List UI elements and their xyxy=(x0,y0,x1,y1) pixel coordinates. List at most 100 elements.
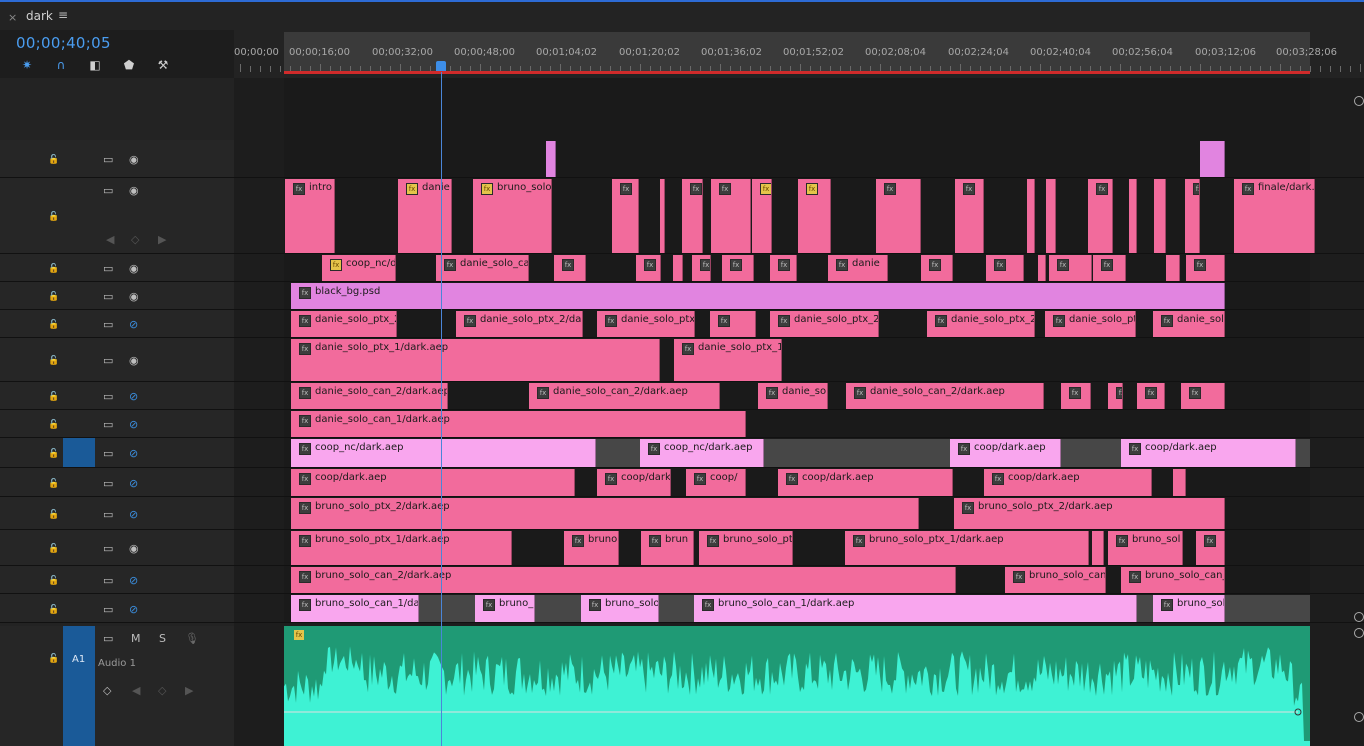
video-clip[interactable]: fx intro xyxy=(285,179,335,253)
video-clip[interactable] xyxy=(1173,469,1186,496)
prev-keyframe-icon[interactable]: ◀ xyxy=(132,684,140,697)
video-clip[interactable]: fx bruno_solo_can_ xyxy=(1121,567,1225,593)
video-clip[interactable] xyxy=(660,179,665,253)
video-clip[interactable]: fx coop/dark.aep xyxy=(778,469,953,496)
scroll-handle-icon[interactable] xyxy=(1354,628,1364,638)
video-clip[interactable]: fx bruno_solo_ptx_2/dark.aep xyxy=(291,498,919,529)
video-clip[interactable]: fx danie_solo_ptx_1/ xyxy=(674,339,782,381)
video-clip[interactable]: fx coop_nc/dark.aep xyxy=(291,439,596,467)
scroll-handle-icon[interactable] xyxy=(1354,96,1364,106)
video-clip[interactable]: fx danie_solo_ptx_2/ xyxy=(770,311,879,337)
playhead-handle[interactable] xyxy=(436,61,446,71)
audio-track-target[interactable]: A1 xyxy=(63,626,95,746)
video-clip[interactable]: fx danie_solo_can_1/dark.aep xyxy=(291,411,746,437)
video-clip[interactable]: fx xyxy=(955,179,984,253)
video-clip[interactable]: fx xyxy=(876,179,921,253)
video-clip[interactable]: fx bruno_solo_can_1/dark.aep xyxy=(694,595,1137,622)
video-clip[interactable]: fx xyxy=(612,179,639,253)
video-clip[interactable]: fx bruno_sol xyxy=(1108,531,1183,565)
video-clip[interactable]: fx coop_nc/d xyxy=(322,255,396,281)
video-clip[interactable]: fx xyxy=(1093,255,1126,281)
video-clip[interactable]: fx danie_solo_can_2/dark.aep xyxy=(529,383,720,409)
video-clip[interactable]: fx bruno_sol xyxy=(1153,595,1225,622)
video-clip[interactable]: fx xyxy=(1108,383,1123,409)
video-clip[interactable]: fx xyxy=(682,179,703,253)
video-clip[interactable]: fx bruno_solo_can_2/dark.aep xyxy=(291,567,956,593)
video-clip[interactable]: fx danie_solo_ptx_2/ xyxy=(927,311,1035,337)
video-clip[interactable] xyxy=(1200,141,1225,177)
add-marker-icon[interactable]: ⬟ xyxy=(121,58,137,72)
video-clip[interactable]: fx bruno_solo_can_1/dark xyxy=(291,595,419,622)
video-clip[interactable]: fx coop/dark.aep xyxy=(291,469,575,496)
mute-button[interactable]: M xyxy=(131,632,141,645)
video-clip[interactable]: fx coop/ xyxy=(686,469,746,496)
video-clip[interactable]: fx xyxy=(752,179,772,253)
video-clip[interactable]: fx danie_solo_ptx_ xyxy=(597,311,695,337)
video-clip[interactable]: fx coop/dark.aep xyxy=(1121,439,1296,467)
video-clip[interactable]: fx xyxy=(1049,255,1092,281)
video-clip[interactable] xyxy=(1038,255,1046,281)
video-clip[interactable]: fx danie_solo_ptx_2/ xyxy=(291,311,397,337)
video-clip[interactable] xyxy=(1092,531,1104,565)
video-clip[interactable]: fx xyxy=(1137,383,1165,409)
video-clip[interactable]: fx bruno_ xyxy=(475,595,535,622)
playhead-timecode[interactable]: 00;00;40;05 xyxy=(16,34,111,52)
video-clip[interactable]: fx bruno_solo_ptx_2/dark.aep xyxy=(954,498,1225,529)
video-clip[interactable]: fx coop_nc/dark.aep xyxy=(640,439,764,467)
keyframe-icon[interactable]: ◇ xyxy=(158,684,166,697)
video-clip[interactable]: fx danie_sol xyxy=(758,383,828,409)
video-clip[interactable] xyxy=(1166,255,1180,281)
video-clip[interactable]: fx xyxy=(1088,179,1113,253)
video-clip[interactable]: fx danie_solo_can_2/dark.aep xyxy=(846,383,1044,409)
video-clip[interactable]: fx xyxy=(711,179,751,253)
video-clip[interactable] xyxy=(546,141,556,177)
next-keyframe-icon[interactable]: ▶ xyxy=(185,684,193,697)
video-clip[interactable]: fx finale/dark. xyxy=(1234,179,1315,253)
keyframe-add-icon[interactable]: ◇ xyxy=(103,684,111,697)
video-clip[interactable]: fx xyxy=(722,255,754,281)
video-clip[interactable]: fx danie_sol xyxy=(1153,311,1225,337)
video-clip[interactable]: fx xyxy=(1181,383,1225,409)
snap-magnet-icon[interactable]: ∩ xyxy=(53,58,69,72)
video-clip[interactable]: fx brun xyxy=(641,531,694,565)
panel-menu-icon[interactable]: ≡ xyxy=(58,8,68,22)
video-clip[interactable]: fx xyxy=(1186,255,1225,281)
video-clip[interactable]: fx coop/dark.aep xyxy=(984,469,1152,496)
video-clip[interactable] xyxy=(1154,179,1166,253)
video-clip[interactable]: fx xyxy=(986,255,1024,281)
video-clip[interactable]: fx bruno_solo_ptx xyxy=(699,531,793,565)
microphone-icon[interactable]: 🎙 xyxy=(185,632,199,645)
scroll-handle-icon[interactable] xyxy=(1354,712,1364,722)
video-clip[interactable]: fx xyxy=(636,255,661,281)
sync-lock-icon[interactable]: ▭ xyxy=(103,632,113,645)
video-clip[interactable]: fx xyxy=(1061,383,1091,409)
playhead-line[interactable] xyxy=(441,72,442,746)
video-clip[interactable]: fx black_bg.psd xyxy=(291,283,1225,309)
video-clip[interactable]: fx bruno_solo xyxy=(473,179,552,253)
video-clip[interactable]: fx danie_solo_can_2/dark.aep xyxy=(291,383,448,409)
video-clip[interactable]: fx xyxy=(921,255,953,281)
video-clip[interactable]: fx coop/dark. xyxy=(597,469,671,496)
linked-selection-icon[interactable]: ◧ xyxy=(87,58,103,72)
sequence-tab-title[interactable]: dark xyxy=(26,9,53,23)
video-clip[interactable]: fx bruno_solo_ptx_1/dark.aep xyxy=(291,531,512,565)
video-clip[interactable]: fx xyxy=(1185,179,1200,253)
video-clip[interactable]: fx xyxy=(710,311,756,337)
timeline-settings-wrench-icon[interactable]: ⚒ xyxy=(155,58,171,72)
video-clip[interactable]: fx xyxy=(692,255,711,281)
video-clip[interactable] xyxy=(1129,179,1137,253)
video-clip[interactable]: fx coop/dark.aep xyxy=(950,439,1061,467)
video-clip[interactable] xyxy=(673,255,683,281)
video-clip[interactable]: fx danie_solo_pt xyxy=(1045,311,1136,337)
insert-nest-icon[interactable]: ✷ xyxy=(19,58,35,72)
video-clip[interactable]: fx xyxy=(554,255,586,281)
video-clip[interactable]: fx bruno_solo_can_ xyxy=(1005,567,1106,593)
video-clip[interactable]: fx bruno xyxy=(564,531,619,565)
video-clip[interactable] xyxy=(1027,179,1035,253)
video-clip[interactable]: fx danie xyxy=(828,255,888,281)
close-tab-icon[interactable]: × xyxy=(8,11,17,24)
lock-icon[interactable]: 🔓 xyxy=(48,654,59,664)
video-clip[interactable]: fx danie_solo_can xyxy=(436,255,529,281)
video-clip[interactable] xyxy=(1046,179,1056,253)
video-clip[interactable]: fx xyxy=(1196,531,1225,565)
